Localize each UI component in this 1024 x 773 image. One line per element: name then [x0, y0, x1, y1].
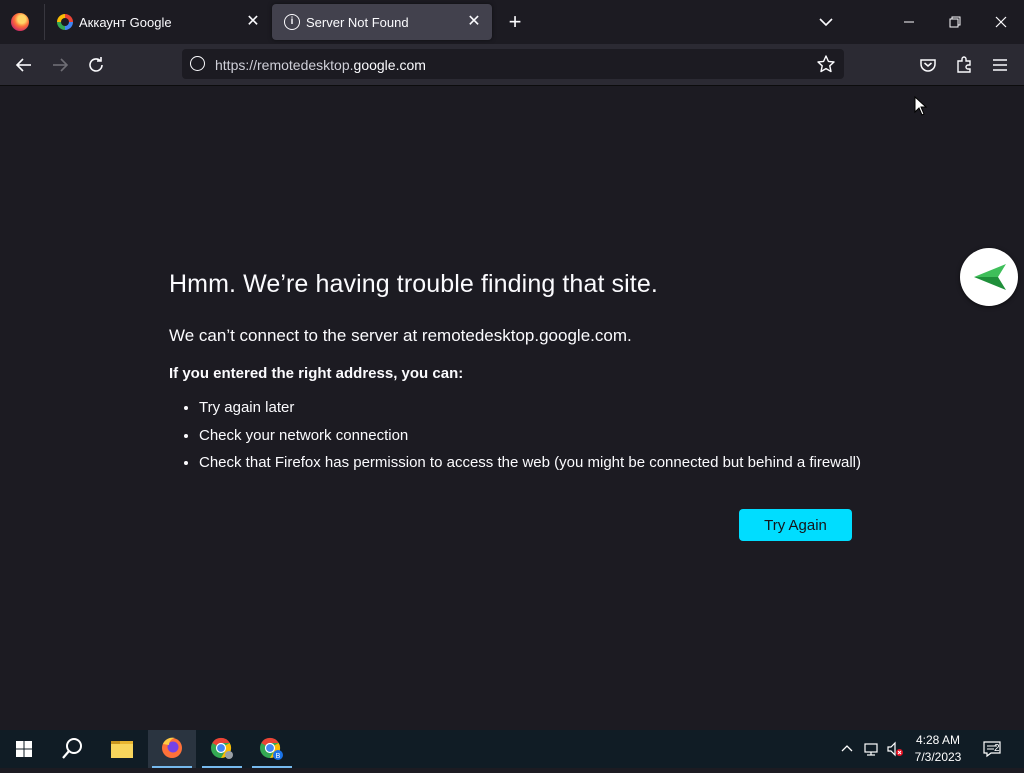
show-hidden-icons-chevron-icon[interactable] [838, 740, 856, 758]
taskbar-search-button[interactable] [48, 730, 96, 768]
url-prefix: https://remotedesktop. [215, 57, 354, 73]
extensions-icon[interactable] [951, 52, 977, 78]
url-text[interactable]: https://remotedesktop.google.com [215, 57, 426, 73]
tab-title: Аккаунт Google [79, 15, 172, 30]
windows-start-icon [16, 741, 32, 757]
suggestion-list: Try again later Check your network conne… [169, 396, 861, 479]
forward-arrow-icon[interactable] [47, 52, 73, 78]
pocket-icon[interactable] [915, 52, 941, 78]
close-tab-icon[interactable]: ✕ [464, 12, 484, 32]
notification-count-badge: 2 [994, 743, 1000, 754]
taskbar-file-explorer[interactable] [98, 730, 146, 768]
error-lead: If you entered the right address, you ca… [169, 365, 464, 382]
floating-send-button[interactable] [960, 248, 1018, 306]
list-all-tabs-icon[interactable] [815, 11, 837, 33]
url-host: google.com [353, 57, 426, 73]
taskbar-firefox[interactable] [148, 730, 196, 768]
list-item: Try again later [199, 396, 861, 424]
chrome-profile-icon: B [260, 737, 283, 760]
volume-muted-icon[interactable] [886, 740, 904, 758]
error-page: Hmm. We’re having trouble finding that s… [0, 86, 1024, 730]
title-bar: Аккаунт Google ✕ i Server Not Found ✕ + [0, 0, 1024, 44]
bookmark-star-icon[interactable] [816, 54, 836, 74]
firefox-icon [162, 737, 182, 758]
tab-title: Server Not Found [306, 15, 409, 30]
google-g-icon [57, 14, 73, 30]
taskbar-chrome-profile[interactable]: B [248, 730, 296, 768]
minimize-icon[interactable] [894, 8, 924, 36]
tab-server-not-found[interactable]: i Server Not Found ✕ [272, 4, 492, 40]
tab-google-account[interactable]: Аккаунт Google ✕ [44, 4, 271, 40]
taskbar-chrome[interactable] [198, 730, 246, 768]
windows-taskbar: B 4:28 AM 7/3/2023 2 [0, 730, 1024, 768]
address-bar[interactable]: https://remotedesktop.google.com [182, 49, 844, 79]
clock-date: 7/3/2023 [914, 750, 962, 764]
paper-plane-icon [974, 264, 1006, 290]
error-title: Hmm. We’re having trouble finding that s… [169, 270, 658, 298]
firefox-menu-icon[interactable] [11, 13, 29, 31]
info-icon: i [284, 14, 300, 30]
new-tab-button[interactable]: + [504, 11, 526, 33]
system-clock[interactable]: 4:28 AM 7/3/2023 [906, 732, 970, 766]
site-info-icon[interactable] [190, 56, 205, 71]
list-item: Check that Firefox has permission to acc… [199, 451, 861, 479]
start-button[interactable] [0, 730, 48, 768]
clock-time: 4:28 AM [915, 733, 961, 747]
back-arrow-icon[interactable] [11, 52, 37, 78]
chrome-icon [211, 737, 233, 759]
navigation-toolbar: https://remotedesktop.google.com [0, 44, 1024, 86]
restore-icon[interactable] [940, 8, 970, 36]
reload-icon[interactable] [83, 52, 109, 78]
list-item: Check your network connection [199, 424, 861, 452]
try-again-button[interactable]: Try Again [739, 509, 852, 541]
profile-badge-letter: B [276, 753, 281, 760]
network-icon[interactable] [862, 740, 880, 758]
file-explorer-icon [111, 741, 133, 758]
mouse-cursor-icon [914, 96, 928, 116]
close-tab-icon[interactable]: ✕ [243, 12, 263, 32]
close-window-icon[interactable] [986, 8, 1016, 36]
search-icon [62, 738, 82, 759]
error-description: We can’t connect to the server at remote… [169, 326, 632, 345]
hamburger-menu-icon[interactable] [987, 52, 1013, 78]
